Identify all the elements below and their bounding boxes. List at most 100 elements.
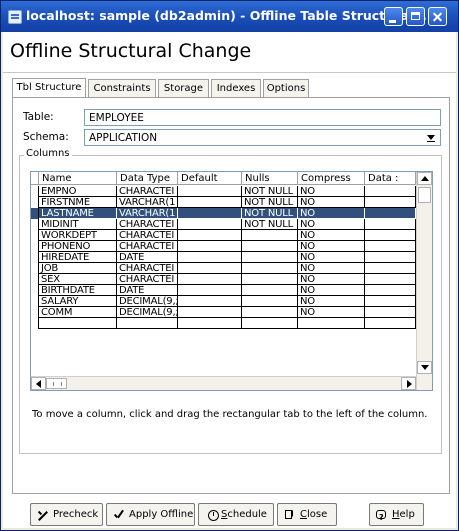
cell-data-more[interactable]: [365, 307, 416, 318]
cell-data-type[interactable]: VARCHAR(1: [117, 197, 178, 208]
row-drag-handle[interactable]: [31, 296, 39, 307]
cell-data-type[interactable]: DECIMAL(9,;: [117, 307, 178, 318]
cell-data-type[interactable]: CHARACTEI: [117, 230, 178, 241]
cell-compress[interactable]: NO: [298, 230, 365, 241]
row-drag-handle[interactable]: [31, 307, 39, 318]
scroll-right-icon[interactable]: [401, 377, 416, 390]
help-button[interactable]: Help: [369, 503, 424, 528]
table-row[interactable]: FIRSTNME VARCHAR(1 NOT NULL NO: [31, 197, 421, 208]
cell-nulls[interactable]: [242, 274, 298, 285]
cell-empty[interactable]: [298, 318, 365, 329]
cell-data-type[interactable]: CHARACTEI: [117, 241, 178, 252]
cell-empty[interactable]: [365, 318, 416, 329]
cell-nulls[interactable]: NOT NULL: [242, 197, 298, 208]
row-drag-handle[interactable]: [31, 285, 39, 296]
horizontal-scroll-thumb[interactable]: [46, 378, 67, 389]
cell-data-type[interactable]: DECIMAL(9,;: [117, 296, 178, 307]
tab-tbl-structure[interactable]: Tbl Structure: [12, 78, 86, 98]
cell-compress[interactable]: NO: [298, 186, 365, 197]
row-drag-handle[interactable]: [31, 252, 39, 263]
row-drag-handle[interactable]: [31, 263, 39, 274]
cell-compress[interactable]: NO: [298, 274, 365, 285]
close-button[interactable]: Close: [277, 503, 337, 526]
cell-name[interactable]: SALARY: [39, 296, 117, 307]
cell-empty[interactable]: [117, 318, 178, 329]
cell-default[interactable]: [178, 307, 242, 318]
cell-name[interactable]: PHONENO: [39, 241, 117, 252]
cell-data-type[interactable]: VARCHAR(1: [117, 208, 178, 219]
cell-data-more[interactable]: [365, 241, 416, 252]
maximize-button[interactable]: [406, 7, 425, 26]
col-header-name[interactable]: Name: [39, 172, 117, 185]
cell-data-type[interactable]: DATE: [117, 252, 178, 263]
cell-data-type[interactable]: CHARACTEI: [117, 274, 178, 285]
cell-compress[interactable]: NO: [298, 208, 365, 219]
cell-name[interactable]: FIRSTNME: [39, 197, 117, 208]
schedule-button[interactable]: Schedule: [198, 503, 274, 526]
table-row[interactable]: COMM DECIMAL(9,; NO: [31, 307, 421, 318]
row-drag-handle[interactable]: [31, 241, 39, 252]
row-drag-handle[interactable]: [31, 219, 39, 230]
tab-options[interactable]: Options: [263, 79, 309, 97]
cell-default[interactable]: [178, 252, 242, 263]
vertical-scroll-thumb[interactable]: [418, 187, 431, 203]
table-row[interactable]: SALARY DECIMAL(9,; NO: [31, 296, 421, 307]
tab-storage[interactable]: Storage: [158, 79, 209, 97]
cell-default[interactable]: [178, 285, 242, 296]
col-header-default[interactable]: Default: [178, 172, 242, 185]
chevron-down-icon[interactable]: [423, 131, 439, 144]
row-drag-handle[interactable]: [31, 197, 39, 208]
cell-default[interactable]: [178, 186, 242, 197]
cell-nulls[interactable]: [242, 307, 298, 318]
col-header-nulls[interactable]: Nulls: [242, 172, 298, 185]
cell-compress[interactable]: NO: [298, 307, 365, 318]
cell-compress[interactable]: NO: [298, 197, 365, 208]
cell-name[interactable]: WORKDEPT: [39, 230, 117, 241]
cell-name[interactable]: MIDINIT: [39, 219, 117, 230]
table-row[interactable]: BIRTHDATE DATE NO: [31, 285, 421, 296]
table-row[interactable]: WORKDEPT CHARACTEI NO: [31, 230, 421, 241]
schema-select[interactable]: APPLICATION: [84, 129, 441, 146]
cell-compress[interactable]: NO: [298, 263, 365, 274]
cell-default[interactable]: [178, 219, 242, 230]
cell-data-type[interactable]: CHARACTEI: [117, 186, 178, 197]
cell-nulls[interactable]: NOT NULL: [242, 186, 298, 197]
scroll-up-icon[interactable]: [417, 172, 432, 185]
row-drag-handle[interactable]: [31, 318, 39, 329]
cell-default[interactable]: [178, 274, 242, 285]
cell-nulls[interactable]: [242, 296, 298, 307]
scroll-down-icon[interactable]: [417, 361, 432, 374]
cell-data-more[interactable]: [365, 219, 416, 230]
col-header-compress[interactable]: Compress: [298, 172, 365, 185]
table-name-field[interactable]: EMPLOYEE: [84, 109, 441, 126]
minimize-button[interactable]: [384, 7, 403, 26]
cell-nulls[interactable]: [242, 263, 298, 274]
cell-compress[interactable]: NO: [298, 252, 365, 263]
table-row[interactable]: MIDINIT CHARACTEI NOT NULL NO: [31, 219, 421, 230]
cell-name[interactable]: HIREDATE: [39, 252, 117, 263]
cell-empty[interactable]: [39, 318, 117, 329]
cell-data-more[interactable]: [365, 230, 416, 241]
cell-default[interactable]: [178, 230, 242, 241]
row-drag-handle[interactable]: [31, 274, 39, 285]
tab-constraints[interactable]: Constraints: [88, 79, 156, 97]
cell-name[interactable]: LASTNAME: [39, 208, 117, 219]
cell-data-type[interactable]: CHARACTEI: [117, 219, 178, 230]
horizontal-scrollbar[interactable]: [31, 376, 416, 390]
title-bar[interactable]: localhost: sample (db2admin) - Offline T…: [1, 1, 458, 32]
cell-nulls[interactable]: NOT NULL: [242, 219, 298, 230]
cell-data-more[interactable]: [365, 208, 416, 219]
cell-data-more[interactable]: [365, 197, 416, 208]
cell-default[interactable]: [178, 241, 242, 252]
table-row[interactable]: PHONENO CHARACTEI NO: [31, 241, 421, 252]
cell-compress[interactable]: NO: [298, 219, 365, 230]
tab-indexes[interactable]: Indexes: [211, 79, 261, 97]
cell-empty[interactable]: [178, 318, 242, 329]
cell-data-more[interactable]: [365, 263, 416, 274]
cell-name[interactable]: EMPNO: [39, 186, 117, 197]
row-drag-handle[interactable]: [31, 186, 39, 197]
cell-data-type[interactable]: DATE: [117, 285, 178, 296]
cell-compress[interactable]: NO: [298, 285, 365, 296]
cell-compress[interactable]: NO: [298, 296, 365, 307]
cell-name[interactable]: BIRTHDATE: [39, 285, 117, 296]
